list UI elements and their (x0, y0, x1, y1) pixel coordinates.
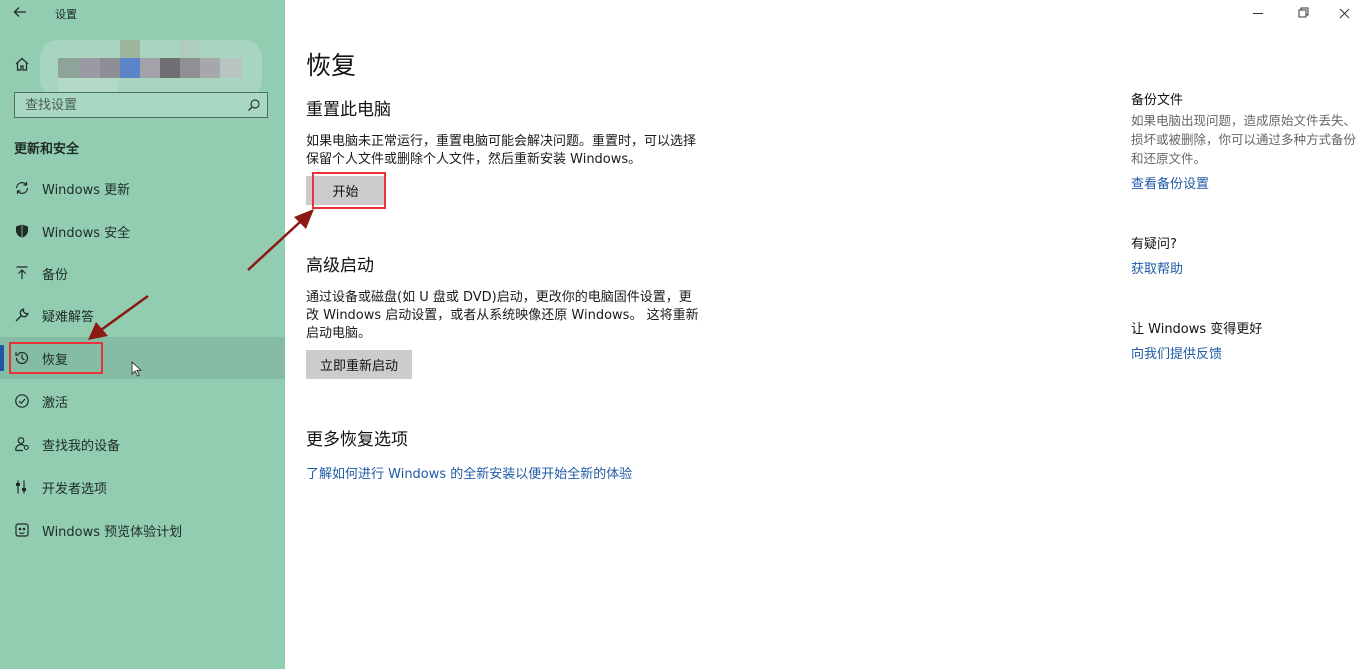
sidebar-item-windows-update[interactable]: Windows 更新 (0, 167, 285, 209)
feedback-heading: 让 Windows 变得更好 (1131, 322, 1263, 337)
sidebar-item-label: 激活 (42, 396, 69, 411)
active-indicator (0, 345, 4, 371)
restore-icon (1298, 7, 1309, 18)
close-icon (1339, 8, 1350, 19)
sidebar-item-windows-insider[interactable]: Windows 预览体验计划 (0, 509, 285, 551)
minimize-icon (1253, 13, 1263, 14)
more-recovery-heading: 更多恢复选项 (306, 430, 408, 450)
developer-icon (14, 479, 30, 495)
close-button[interactable] (1322, 0, 1366, 28)
advanced-startup-description: 通过设备或磁盘(如 U 盘或 DVD)启动，更改你的电脑固件设置，更改 Wind… (306, 290, 699, 341)
person-location-icon (14, 436, 30, 452)
search-icon[interactable] (247, 98, 261, 112)
sidebar-item-troubleshoot[interactable]: 疑难解答 (0, 294, 285, 336)
backup-files-description: 如果电脑出现问题，造成原始文件丢失、损坏或被删除，你可以通过多种方式备份和还原文… (1131, 113, 1357, 166)
back-arrow-icon (13, 7, 26, 17)
page-title: 恢复 (306, 51, 357, 80)
wrench-icon (14, 307, 30, 323)
sidebar: 设置 主 (0, 0, 285, 669)
reset-heading: 重置此电脑 (306, 100, 391, 120)
back-button[interactable] (12, 4, 32, 22)
sidebar-item-label: 查找我的设备 (42, 439, 121, 454)
check-circle-icon (14, 393, 30, 409)
backup-arrow-icon (14, 265, 30, 281)
advanced-startup-heading: 高级启动 (306, 256, 374, 276)
title-bar: 设置 (0, 0, 285, 28)
insider-icon (14, 522, 30, 538)
sidebar-item-label: Windows 安全 (42, 226, 131, 241)
restore-button[interactable] (1280, 0, 1324, 28)
search-box[interactable] (14, 92, 268, 118)
sidebar-item-label: Windows 预览体验计划 (42, 525, 183, 540)
sidebar-item-label: 开发者选项 (42, 482, 108, 497)
sidebar-item-activation[interactable]: 激活 (0, 380, 285, 422)
fresh-install-link[interactable]: 了解如何进行 Windows 的全新安装以便开始全新的体验 (306, 463, 632, 482)
blurred-account-area (40, 40, 262, 98)
sidebar-item-label: 恢复 (42, 353, 69, 368)
sidebar-item-label: 疑难解答 (42, 310, 95, 325)
home-icon (14, 56, 30, 72)
restart-now-button[interactable]: 立即重新启动 (306, 350, 412, 379)
shield-icon (14, 223, 30, 239)
sidebar-item-label: Windows 更新 (42, 183, 131, 198)
history-icon (14, 350, 30, 366)
main-content: 恢复 重置此电脑 如果电脑未正常运行，重置电脑可能会解决问题。重置时，可以选择保… (285, 0, 1366, 669)
sidebar-item-developer-options[interactable]: 开发者选项 (0, 466, 285, 508)
home-nav-item[interactable]: 主 (0, 40, 285, 98)
view-backup-settings-link[interactable]: 查看备份设置 (1131, 173, 1209, 192)
section-title: 更新和安全 (14, 142, 80, 157)
backup-files-heading: 备份文件 (1131, 93, 1184, 108)
sidebar-item-find-my-device[interactable]: 查找我的设备 (0, 423, 285, 465)
sync-icon (14, 180, 30, 196)
give-feedback-link[interactable]: 向我们提供反馈 (1131, 343, 1222, 362)
sidebar-item-windows-security[interactable]: Windows 安全 (0, 210, 285, 252)
mouse-pointer-icon (131, 361, 143, 377)
sidebar-item-label: 备份 (42, 268, 69, 283)
sidebar-item-backup[interactable]: 备份 (0, 252, 285, 294)
question-heading: 有疑问? (1131, 237, 1177, 252)
reset-start-button[interactable]: 开始 (306, 176, 385, 205)
get-help-link[interactable]: 获取帮助 (1131, 258, 1183, 277)
minimize-button[interactable] (1236, 0, 1280, 28)
search-input[interactable] (15, 93, 245, 117)
app-title: 设置 (55, 8, 77, 21)
reset-description: 如果电脑未正常运行，重置电脑可能会解决问题。重置时，可以选择保留个人文件或删除个… (306, 134, 697, 167)
